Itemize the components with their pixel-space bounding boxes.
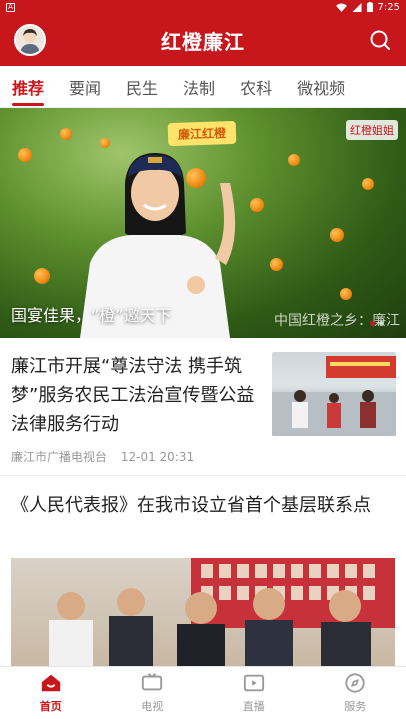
hero-badge: 红橙姐姐 [346,120,398,140]
wifi-icon [335,2,347,12]
nav-live[interactable]: 直播 [203,667,305,719]
tab-news[interactable]: 要闻 [69,66,101,108]
news-item[interactable]: 《人民代表报》在我市设立省首个基层联系点 [0,476,406,666]
hero-banner[interactable]: 廉江红橙 红橙姐姐 国宴佳果，“橙”邀天下 中国红橙之乡：廉江 [0,108,406,338]
tab-legal[interactable]: 法制 [183,66,215,108]
news-meta: 廉江市广播电视台 12-01 20:31 [11,448,194,465]
news-thumbnail [272,352,396,436]
app-notification-icon: A [6,2,15,12]
carousel-dot [379,321,384,326]
nav-home[interactable]: 首页 [0,667,102,719]
held-orange [186,168,206,188]
news-source: 廉江市广播电视台 [11,450,108,464]
hero-watermark: 中国红橙之乡：廉江 [274,313,400,329]
news-item[interactable]: 廉江市开展“尊法守法 携手筑梦”服务农民工法治宣传暨公益法律服务行动 廉江市广播… [0,338,406,476]
nav-service[interactable]: 服务 [305,667,406,719]
compass-icon [345,673,365,693]
page-title: 红橙廉江 [161,29,245,54]
nav-tv-label: 电视 [141,700,164,713]
tab-micro-video[interactable]: 微视频 [297,66,345,108]
battery-icon [366,2,373,12]
news-headline: 廉江市开展“尊法守法 携手筑梦”服务农民工法治宣传暨公益法律服务行动 [11,356,255,435]
status-bar: A 7:25 [0,0,406,14]
tab-livelihood[interactable]: 民生 [126,66,158,108]
search-icon[interactable] [368,28,392,52]
bottom-navigation: 首页 电视 直播 服务 [0,666,406,719]
carousel-dot [370,321,375,326]
news-headline: 《人民代表报》在我市设立省首个基层联系点 [11,495,371,516]
live-icon [243,674,264,692]
hero-sign: 廉江红橙 [167,120,237,147]
carousel-indicator [370,321,384,326]
news-time: 12-01 20:31 [120,450,195,464]
clock: 7:25 [377,1,400,13]
category-tabs: 推荐 要闻 民生 法制 农科 微视频 [0,66,406,108]
tab-recommend[interactable]: 推荐 [12,66,45,108]
nav-live-label: 直播 [242,700,265,713]
nav-tv[interactable]: 电视 [102,667,204,719]
tv-icon [142,673,163,691]
tab-agriculture[interactable]: 农科 [240,66,272,108]
nav-home-label: 首页 [39,700,62,713]
nav-service-label: 服务 [344,700,367,713]
app-header: 红橙廉江 [0,14,406,66]
home-icon [41,674,60,692]
signal-icon [352,2,362,12]
avatar[interactable] [14,24,46,56]
news-photo [11,558,395,666]
hero-caption: 国宴佳果，“橙”邀天下 [11,306,172,325]
